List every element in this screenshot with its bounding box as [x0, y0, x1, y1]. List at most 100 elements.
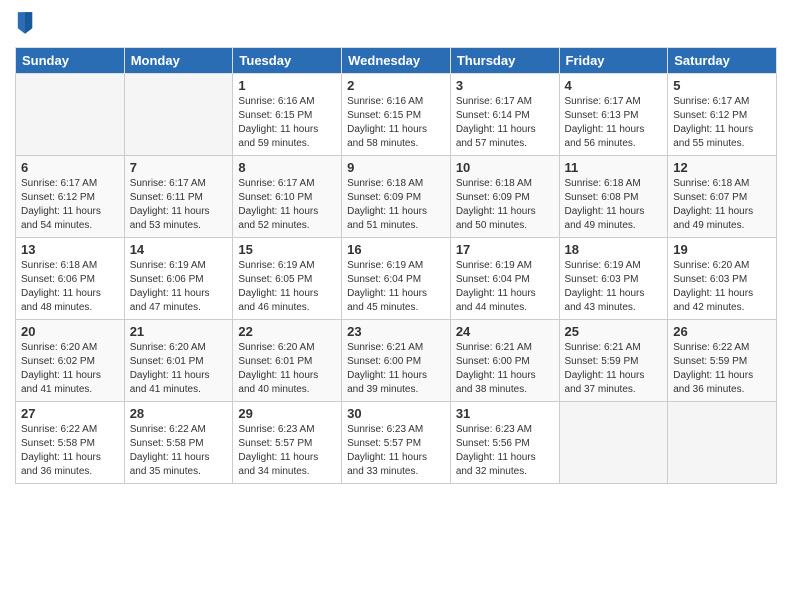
calendar-cell: 4 Sunrise: 6:17 AMSunset: 6:13 PMDaylight…	[559, 74, 668, 156]
cell-info: Sunrise: 6:21 AMSunset: 5:59 PMDaylight:…	[565, 341, 663, 397]
day-number: 5	[673, 78, 771, 93]
cell-info: Sunrise: 6:18 AMSunset: 6:08 PMDaylight:…	[565, 177, 663, 233]
calendar-cell: 21Sunrise: 6:20 AMSunset: 6:01 PMDayligh…	[124, 320, 233, 402]
calendar-cell	[668, 402, 777, 484]
cell-info: Sunrise: 6:16 AMSunset: 6:15 PMDaylight:…	[347, 95, 445, 151]
cell-info: Sunrise: 6:20 AMSunset: 6:01 PMDaylight:…	[130, 341, 228, 397]
day-number: 23	[347, 324, 445, 339]
calendar-cell: 25Sunrise: 6:21 AMSunset: 5:59 PMDayligh…	[559, 320, 668, 402]
cell-info: Sunrise: 6:17 AMSunset: 6:10 PMDaylight:…	[238, 177, 336, 233]
cell-info: Sunrise: 6:23 AMSunset: 5:57 PMDaylight:…	[238, 423, 336, 479]
calendar-cell: 17 Sunrise: 6:19 AMSunset: 6:04 PMDayligh…	[450, 238, 559, 320]
calendar-table: SundayMondayTuesdayWednesdayThursdayFrid…	[15, 47, 777, 484]
calendar-cell: 22 Sunrise: 6:20 AMSunset: 6:01 PMDayligh…	[233, 320, 342, 402]
calendar-cell: 16 Sunrise: 6:19 AMSunset: 6:04 PMDayligh…	[342, 238, 451, 320]
calendar-header-row: SundayMondayTuesdayWednesdayThursdayFrid…	[16, 48, 777, 74]
cell-info: Sunrise: 6:20 AMSunset: 6:03 PMDaylight:…	[673, 259, 771, 315]
day-number: 6	[21, 160, 119, 175]
logo	[15, 10, 36, 39]
header-sunday: Sunday	[16, 48, 125, 74]
cell-info: Sunrise: 6:17 AMSunset: 6:13 PMDaylight:…	[565, 95, 663, 151]
header	[15, 10, 777, 39]
day-number: 24	[456, 324, 554, 339]
calendar-cell: 10Sunrise: 6:18 AMSunset: 6:09 PMDayligh…	[450, 156, 559, 238]
header-friday: Friday	[559, 48, 668, 74]
cell-info: Sunrise: 6:17 AMSunset: 6:11 PMDaylight:…	[130, 177, 228, 233]
cell-info: Sunrise: 6:21 AMSunset: 6:00 PMDaylight:…	[456, 341, 554, 397]
calendar-cell	[16, 74, 125, 156]
day-number: 19	[673, 242, 771, 257]
calendar-cell: 15Sunrise: 6:19 AMSunset: 6:05 PMDayligh…	[233, 238, 342, 320]
cell-info: Sunrise: 6:19 AMSunset: 6:06 PMDaylight:…	[130, 259, 228, 315]
calendar-cell: 20Sunrise: 6:20 AMSunset: 6:02 PMDayligh…	[16, 320, 125, 402]
day-number: 17	[456, 242, 554, 257]
day-number: 16	[347, 242, 445, 257]
calendar-cell: 2 Sunrise: 6:16 AMSunset: 6:15 PMDaylight…	[342, 74, 451, 156]
cell-info: Sunrise: 6:20 AMSunset: 6:01 PMDaylight:…	[238, 341, 336, 397]
day-number: 9	[347, 160, 445, 175]
page: SundayMondayTuesdayWednesdayThursdayFrid…	[0, 0, 792, 612]
calendar-cell: 12Sunrise: 6:18 AMSunset: 6:07 PMDayligh…	[668, 156, 777, 238]
calendar-cell: 27 Sunrise: 6:22 AMSunset: 5:58 PMDayligh…	[16, 402, 125, 484]
day-number: 4	[565, 78, 663, 93]
header-saturday: Saturday	[668, 48, 777, 74]
calendar-week-row: 27 Sunrise: 6:22 AMSunset: 5:58 PMDayligh…	[16, 402, 777, 484]
day-number: 8	[238, 160, 336, 175]
cell-info: Sunrise: 6:17 AMSunset: 6:12 PMDaylight:…	[21, 177, 119, 233]
calendar-cell: 28Sunrise: 6:22 AMSunset: 5:58 PMDayligh…	[124, 402, 233, 484]
cell-info: Sunrise: 6:18 AMSunset: 6:09 PMDaylight:…	[347, 177, 445, 233]
cell-info: Sunrise: 6:18 AMSunset: 6:07 PMDaylight:…	[673, 177, 771, 233]
calendar-cell: 31Sunrise: 6:23 AMSunset: 5:56 PMDayligh…	[450, 402, 559, 484]
calendar-cell: 6 Sunrise: 6:17 AMSunset: 6:12 PMDaylight…	[16, 156, 125, 238]
calendar-cell: 18 Sunrise: 6:19 AMSunset: 6:03 PMDayligh…	[559, 238, 668, 320]
calendar-cell: 11 Sunrise: 6:18 AMSunset: 6:08 PMDayligh…	[559, 156, 668, 238]
day-number: 31	[456, 406, 554, 421]
cell-info: Sunrise: 6:17 AMSunset: 6:14 PMDaylight:…	[456, 95, 554, 151]
calendar-cell: 5 Sunrise: 6:17 AMSunset: 6:12 PMDaylight…	[668, 74, 777, 156]
logo-icon	[16, 10, 34, 34]
day-number: 20	[21, 324, 119, 339]
day-number: 10	[456, 160, 554, 175]
day-number: 7	[130, 160, 228, 175]
cell-info: Sunrise: 6:17 AMSunset: 6:12 PMDaylight:…	[673, 95, 771, 151]
calendar-week-row: 1 Sunrise: 6:16 AMSunset: 6:15 PMDaylight…	[16, 74, 777, 156]
day-number: 14	[130, 242, 228, 257]
calendar-cell: 23 Sunrise: 6:21 AMSunset: 6:00 PMDayligh…	[342, 320, 451, 402]
calendar-cell: 30Sunrise: 6:23 AMSunset: 5:57 PMDayligh…	[342, 402, 451, 484]
header-monday: Monday	[124, 48, 233, 74]
cell-info: Sunrise: 6:22 AMSunset: 5:59 PMDaylight:…	[673, 341, 771, 397]
day-number: 3	[456, 78, 554, 93]
calendar-week-row: 20Sunrise: 6:20 AMSunset: 6:02 PMDayligh…	[16, 320, 777, 402]
cell-info: Sunrise: 6:21 AMSunset: 6:00 PMDaylight:…	[347, 341, 445, 397]
calendar-cell: 29 Sunrise: 6:23 AMSunset: 5:57 PMDayligh…	[233, 402, 342, 484]
cell-info: Sunrise: 6:23 AMSunset: 5:57 PMDaylight:…	[347, 423, 445, 479]
cell-info: Sunrise: 6:19 AMSunset: 6:04 PMDaylight:…	[456, 259, 554, 315]
calendar-cell: 8 Sunrise: 6:17 AMSunset: 6:10 PMDaylight…	[233, 156, 342, 238]
cell-info: Sunrise: 6:18 AMSunset: 6:06 PMDaylight:…	[21, 259, 119, 315]
calendar-week-row: 6 Sunrise: 6:17 AMSunset: 6:12 PMDaylight…	[16, 156, 777, 238]
day-number: 1	[238, 78, 336, 93]
header-thursday: Thursday	[450, 48, 559, 74]
header-wednesday: Wednesday	[342, 48, 451, 74]
calendar-cell: 7 Sunrise: 6:17 AMSunset: 6:11 PMDaylight…	[124, 156, 233, 238]
cell-info: Sunrise: 6:19 AMSunset: 6:04 PMDaylight:…	[347, 259, 445, 315]
cell-info: Sunrise: 6:22 AMSunset: 5:58 PMDaylight:…	[21, 423, 119, 479]
day-number: 2	[347, 78, 445, 93]
calendar-cell	[559, 402, 668, 484]
calendar-cell	[124, 74, 233, 156]
calendar-cell: 24 Sunrise: 6:21 AMSunset: 6:00 PMDayligh…	[450, 320, 559, 402]
day-number: 29	[238, 406, 336, 421]
day-number: 22	[238, 324, 336, 339]
cell-info: Sunrise: 6:16 AMSunset: 6:15 PMDaylight:…	[238, 95, 336, 151]
day-number: 18	[565, 242, 663, 257]
cell-info: Sunrise: 6:19 AMSunset: 6:05 PMDaylight:…	[238, 259, 336, 315]
day-number: 26	[673, 324, 771, 339]
calendar-cell: 9 Sunrise: 6:18 AMSunset: 6:09 PMDaylight…	[342, 156, 451, 238]
day-number: 11	[565, 160, 663, 175]
day-number: 28	[130, 406, 228, 421]
calendar-cell: 3 Sunrise: 6:17 AMSunset: 6:14 PMDaylight…	[450, 74, 559, 156]
day-number: 13	[21, 242, 119, 257]
day-number: 27	[21, 406, 119, 421]
header-tuesday: Tuesday	[233, 48, 342, 74]
cell-info: Sunrise: 6:19 AMSunset: 6:03 PMDaylight:…	[565, 259, 663, 315]
